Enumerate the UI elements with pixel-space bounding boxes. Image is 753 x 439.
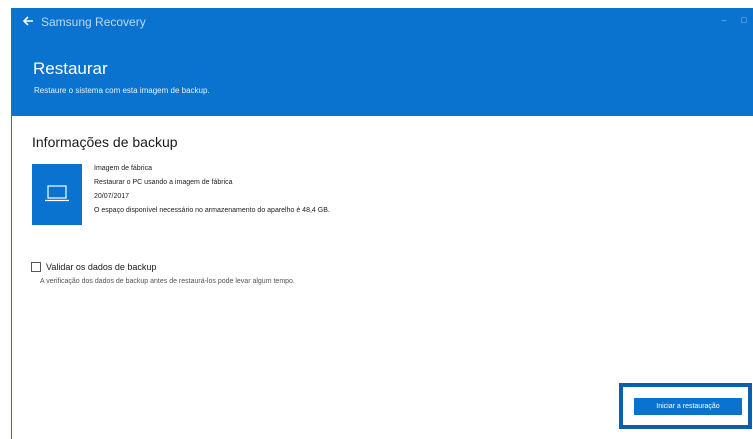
header-banner: Samsung Recovery – □ Restaurar Restaure … [12,8,753,116]
window-controls: – □ [714,10,753,30]
laptop-icon [45,185,69,202]
backup-name: Imagem de fábrica [94,165,152,172]
validate-hint: A verificação dos dados de backup antes … [40,278,295,285]
maximize-button[interactable]: □ [734,10,753,30]
backup-description: Restaurar o PC usando a imagem de fábric… [94,179,233,186]
validate-label[interactable]: Validar os dados de backup [46,262,156,272]
page-title: Restaurar [33,59,108,78]
backup-date: 20/07/2017 [94,193,130,200]
validate-checkbox[interactable] [31,262,41,272]
start-restore-button[interactable]: Iniciar a restauração [634,398,742,415]
backup-image-thumbnail [32,164,82,225]
page-subtitle: Restaure o sistema com esta imagem de ba… [34,86,210,95]
recovery-window: Samsung Recovery – □ Restaurar Restaure … [11,8,753,439]
backup-space-note: O espaço disponível necessário no armaze… [94,207,330,214]
back-arrow-icon[interactable] [20,13,36,29]
section-title: Informações de backup [32,134,178,150]
app-title: Samsung Recovery [41,15,146,29]
validate-row[interactable]: Validar os dados de backup [31,261,156,273]
minimize-button[interactable]: – [714,10,734,30]
title-bar: Samsung Recovery – □ [12,8,753,36]
